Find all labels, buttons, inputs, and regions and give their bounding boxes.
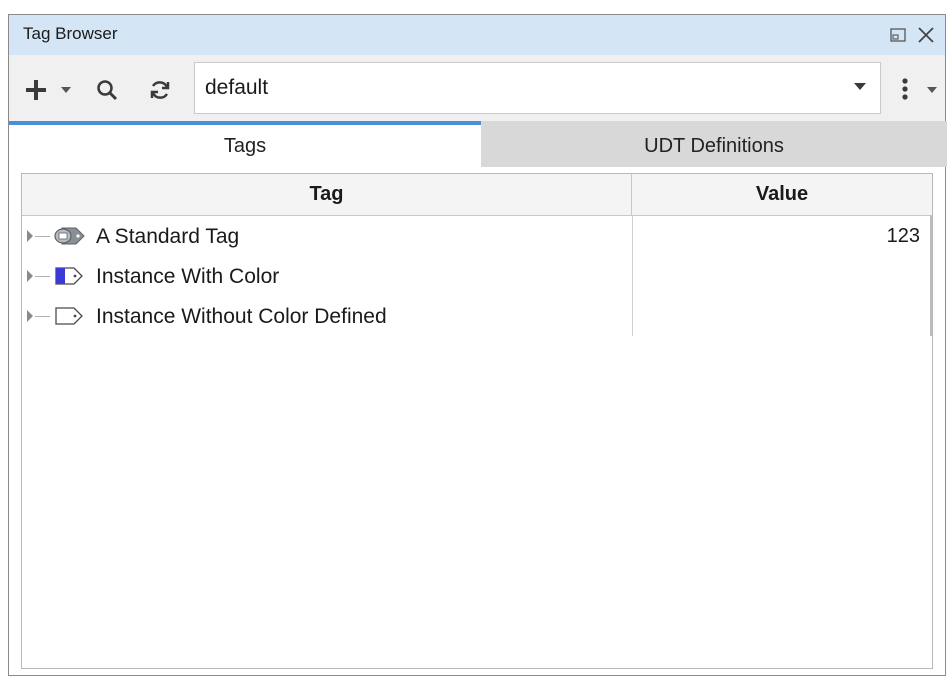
tab-tags[interactable]: Tags bbox=[9, 121, 481, 167]
column-header-value[interactable]: Value bbox=[632, 174, 932, 215]
tag-name: Instance With Color bbox=[96, 265, 280, 288]
tree-connector bbox=[35, 236, 50, 237]
table-row[interactable]: Instance With Color bbox=[22, 256, 932, 296]
toolbar: default bbox=[9, 55, 945, 121]
table-row[interactable]: A Standard Tag 123 bbox=[22, 216, 932, 256]
column-header-tag[interactable]: Tag bbox=[22, 174, 632, 215]
expand-arrow-icon[interactable] bbox=[27, 310, 33, 322]
expand-arrow-icon[interactable] bbox=[27, 230, 33, 242]
expand-arrow-icon[interactable] bbox=[27, 270, 33, 282]
more-options-icon[interactable] bbox=[898, 75, 912, 103]
table-header: Tag Value bbox=[22, 174, 932, 216]
tag-browser-panel: Tag Browser default Tags UDT Definitions… bbox=[8, 14, 947, 676]
close-icon[interactable] bbox=[915, 25, 937, 45]
table-row[interactable]: Instance Without Color Defined bbox=[22, 296, 932, 336]
window-title: Tag Browser bbox=[23, 24, 118, 43]
tag-name: A Standard Tag bbox=[96, 225, 240, 248]
tree-connector bbox=[35, 316, 50, 317]
add-icon[interactable] bbox=[23, 77, 49, 103]
table-body: A Standard Tag 123 Instance With Color I… bbox=[22, 216, 932, 336]
tab-bar: Tags UDT Definitions bbox=[9, 121, 947, 167]
title-bar: Tag Browser bbox=[9, 15, 945, 55]
maximize-icon[interactable] bbox=[887, 25, 909, 45]
standard-tag-icon bbox=[54, 225, 86, 247]
tab-udt-definitions[interactable]: UDT Definitions bbox=[481, 121, 947, 167]
provider-value: default bbox=[205, 76, 269, 99]
tag-provider-dropdown[interactable]: default bbox=[194, 62, 881, 114]
colored-udt-instance-icon bbox=[54, 265, 86, 287]
tag-table: Tag Value A Standard Tag 123 Instance Wi… bbox=[21, 173, 933, 669]
more-caret-icon[interactable] bbox=[926, 85, 938, 95]
udt-instance-icon bbox=[54, 305, 86, 327]
tag-value: 123 bbox=[886, 225, 920, 247]
chevron-down-icon[interactable] bbox=[854, 83, 866, 90]
tag-name: Instance Without Color Defined bbox=[96, 305, 387, 328]
refresh-icon[interactable] bbox=[147, 77, 173, 103]
search-icon[interactable] bbox=[94, 77, 120, 103]
tree-connector bbox=[35, 276, 50, 277]
dropdown-caret-icon[interactable] bbox=[60, 85, 72, 95]
